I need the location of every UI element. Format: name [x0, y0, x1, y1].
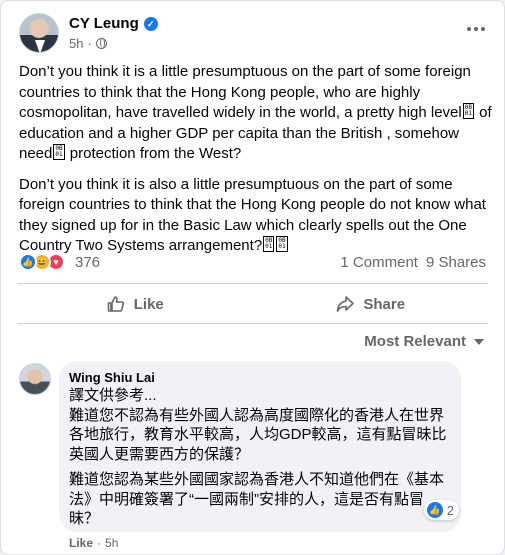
commenter-name[interactable]: Wing Shiu Lai [69, 369, 449, 386]
comment-reactions[interactable]: 👍 2 [423, 500, 459, 520]
author-avatar[interactable] [19, 13, 59, 53]
missing-glyph: 0B 01 [462, 103, 474, 119]
action-bar: Like Share [17, 285, 488, 323]
comment-like-button[interactable]: Like [69, 536, 93, 550]
missing-glyph: 0B 01 [53, 144, 65, 160]
post-paragraph-1: Don’t you think it is a little presumptu… [19, 63, 492, 162]
globe-icon [95, 38, 107, 49]
like-reaction-icon: 👍 [426, 502, 443, 518]
post-header: CY Leung ✓ 5h · [19, 13, 488, 57]
comment-meta: Like · 5h [69, 536, 119, 550]
like-button[interactable]: Like [17, 285, 253, 323]
post-time[interactable]: 5h [69, 36, 83, 51]
comment-bubble: Wing Shiu Lai 譯文供參考... 難道您不認為有些外國人認為高度國際… [59, 361, 461, 532]
comment-time[interactable]: 5h [105, 536, 118, 550]
share-count[interactable]: 9 Shares [426, 254, 486, 271]
verified-badge-icon: ✓ [143, 16, 158, 31]
like-reaction-icon: 👍 [19, 253, 37, 271]
share-button[interactable]: Share [253, 285, 489, 323]
share-icon [337, 296, 355, 312]
more-icon[interactable] [464, 19, 488, 39]
commenter-avatar[interactable] [19, 363, 51, 395]
comment-sort-dropdown[interactable]: Most Relevant [364, 333, 484, 350]
divider [17, 283, 488, 284]
comment-text: 譯文供參考... 難道您不認為有些外國人認為高度國際化的香港人在世界各地旅行，教… [69, 387, 447, 527]
post-stats: 👍 😆 ♥ 376 1 Comment 9 Shares [19, 249, 486, 275]
chevron-down-icon [474, 338, 484, 345]
like-icon [107, 296, 124, 312]
author-name[interactable]: CY Leung [69, 15, 139, 32]
comment-count[interactable]: 1 Comment [340, 254, 418, 271]
divider [17, 323, 488, 324]
post-message: Don’t you think it is a little presumptu… [19, 62, 494, 267]
reactions-summary[interactable]: 👍 😆 ♥ 376 [19, 253, 100, 271]
post-card: CY Leung ✓ 5h · Don’t you think it is a … [0, 0, 505, 555]
post-paragraph-2: Don’t you think it is also a little pres… [19, 175, 486, 255]
reaction-count[interactable]: 376 [75, 254, 100, 271]
